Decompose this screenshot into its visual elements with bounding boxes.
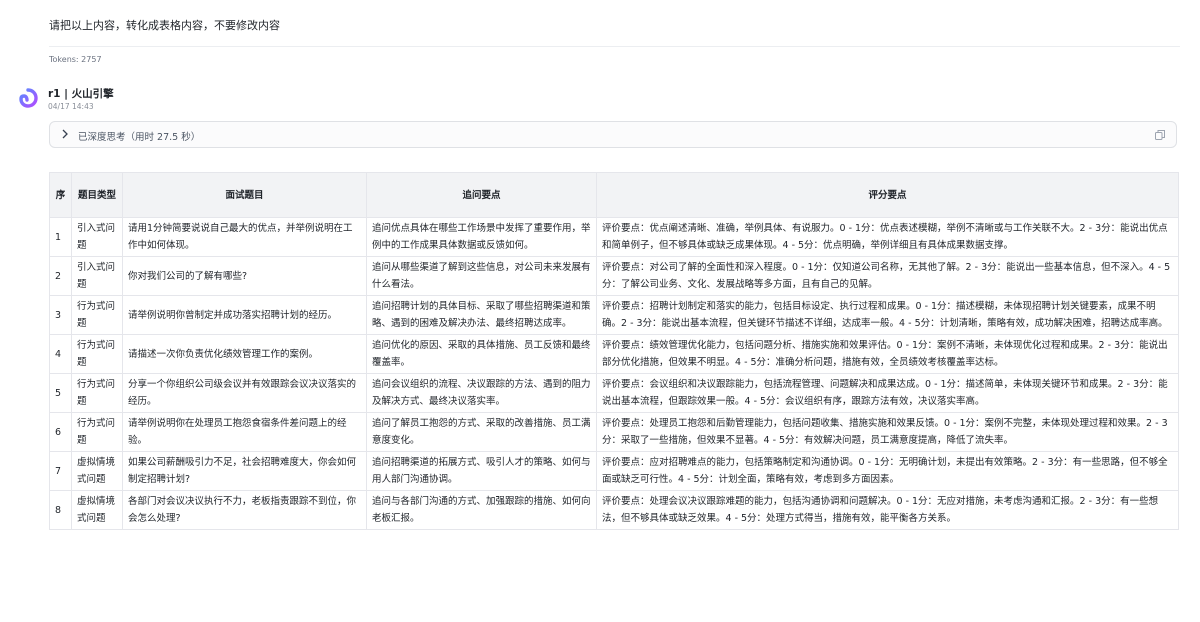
cell-question: 请举例说明你曾制定并成功落实招聘计划的经历。 (122, 295, 367, 335)
bot-name: r1 | 火山引擎 (48, 88, 114, 100)
cell-followup: 追问从哪些渠道了解到这些信息，对公司未来发展有什么看法。 (366, 256, 597, 296)
table-header-row: 序 题目类型 面试题目 追问要点 评分要点 (49, 172, 1179, 218)
cell-scoring: 评价要点：会议组织和决议跟踪能力，包括流程管理、问题解决和成果达成。0 - 1分… (596, 373, 1179, 413)
table-row: 7 虚拟情境式问题 如果公司薪酬吸引力不足，社会招聘难度大，你会如何制定招聘计划… (49, 451, 1179, 491)
cell-scoring: 评价要点：优点阐述清晰、准确，举例具体、有说服力。0 - 1分：优点表述模糊，举… (596, 217, 1179, 257)
cell-type: 虚拟情境式问题 (71, 451, 123, 491)
token-count: Tokens: 2757 (49, 55, 102, 64)
cell-no: 2 (49, 256, 72, 296)
cell-scoring: 评价要点：处理员工抱怨和后勤管理能力，包括问题收集、措施实施和效果反馈。0 - … (596, 412, 1179, 452)
cell-scoring: 评价要点：对公司了解的全面性和深入程度。0 - 1分：仅知道公司名称，无其他了解… (596, 256, 1179, 296)
copy-icon[interactable] (1154, 129, 1166, 141)
cell-question: 请描述一次你负责优化绩效管理工作的案例。 (122, 334, 367, 374)
message-timestamp: 04/17 14:43 (48, 102, 94, 111)
header-type: 题目类型 (71, 172, 123, 218)
table-row: 2 引入式问题 你对我们公司的了解有哪些? 追问从哪些渠道了解到这些信息，对公司… (49, 256, 1179, 296)
cell-question: 请用1分钟简要说说自己最大的优点，并举例说明在工作中如何体现。 (122, 217, 367, 257)
cell-no: 1 (49, 217, 72, 257)
cell-type: 行为式问题 (71, 373, 123, 413)
bot-avatar-icon (19, 88, 38, 108)
cell-type: 引入式问题 (71, 217, 123, 257)
header-scoring: 评分要点 (596, 172, 1179, 218)
cell-question: 请举例说明你在处理员工抱怨食宿条件差问题上的经验。 (122, 412, 367, 452)
table-row: 5 行为式问题 分享一个你组织公司级会议并有效跟踪会议决议落实的经历。 追问会议… (49, 373, 1179, 413)
cell-scoring: 评价要点：应对招聘难点的能力，包括策略制定和沟通协调。0 - 1分：无明确计划，… (596, 451, 1179, 491)
header-no: 序 (49, 172, 72, 218)
cell-question: 如果公司薪酬吸引力不足，社会招聘难度大，你会如何制定招聘计划? (122, 451, 367, 491)
thinking-label: 已深度思考（用时 27.5 秒） (78, 132, 201, 143)
cell-no: 8 (49, 490, 72, 530)
cell-no: 3 (49, 295, 72, 335)
cell-followup: 追问会议组织的流程、决议跟踪的方法、遇到的阻力及解决方式、最终决议落实率。 (366, 373, 597, 413)
user-message: 请把以上内容，转化成表格内容，不要修改内容 (49, 19, 280, 32)
cell-question: 你对我们公司的了解有哪些? (122, 256, 367, 296)
cell-followup: 追问优化的原因、采取的具体措施、员工反馈和最终覆盖率。 (366, 334, 597, 374)
cell-type: 行为式问题 (71, 334, 123, 374)
cell-followup: 追问优点具体在哪些工作场景中发挥了重要作用，举例中的工作成果具体数据或反馈如何。 (366, 217, 597, 257)
cell-no: 6 (49, 412, 72, 452)
cell-question: 各部门对会议决议执行不力，老板指责跟踪不到位，你会怎么处理? (122, 490, 367, 530)
table-row: 6 行为式问题 请举例说明你在处理员工抱怨食宿条件差问题上的经验。 追问了解员工… (49, 412, 1179, 452)
divider (49, 46, 1180, 47)
cell-type: 引入式问题 (71, 256, 123, 296)
chat-page: 请把以上内容，转化成表格内容，不要修改内容 Tokens: 2757 r1 | … (0, 0, 1200, 622)
cell-scoring: 评价要点：招聘计划制定和落实的能力，包括目标设定、执行过程和成果。0 - 1分：… (596, 295, 1179, 335)
cell-question: 分享一个你组织公司级会议并有效跟踪会议决议落实的经历。 (122, 373, 367, 413)
header-followup: 追问要点 (366, 172, 597, 218)
interview-table: 序 题目类型 面试题目 追问要点 评分要点 1 引入式问题 请用1分钟简要说说自… (49, 172, 1179, 530)
cell-no: 4 (49, 334, 72, 374)
thinking-toggle[interactable]: 已深度思考（用时 27.5 秒） (49, 121, 1177, 148)
cell-followup: 追问招聘计划的具体目标、采取了哪些招聘渠道和策略、遇到的困难及解决办法、最终招聘… (366, 295, 597, 335)
chevron-right-icon (62, 129, 68, 139)
table-row: 1 引入式问题 请用1分钟简要说说自己最大的优点，并举例说明在工作中如何体现。 … (49, 217, 1179, 257)
cell-scoring: 评价要点：处理会议决议跟踪难题的能力，包括沟通协调和问题解决。0 - 1分：无应… (596, 490, 1179, 530)
cell-followup: 追问了解员工抱怨的方式、采取的改善措施、员工满意度变化。 (366, 412, 597, 452)
cell-followup: 追问招聘渠道的拓展方式、吸引人才的策略、如何与用人部门沟通协调。 (366, 451, 597, 491)
cell-no: 7 (49, 451, 72, 491)
table-row: 4 行为式问题 请描述一次你负责优化绩效管理工作的案例。 追问优化的原因、采取的… (49, 334, 1179, 374)
cell-type: 虚拟情境式问题 (71, 490, 123, 530)
table-row: 8 虚拟情境式问题 各部门对会议决议执行不力，老板指责跟踪不到位，你会怎么处理?… (49, 490, 1179, 530)
cell-type: 行为式问题 (71, 412, 123, 452)
table-row: 3 行为式问题 请举例说明你曾制定并成功落实招聘计划的经历。 追问招聘计划的具体… (49, 295, 1179, 335)
cell-no: 5 (49, 373, 72, 413)
cell-scoring: 评价要点：绩效管理优化能力，包括问题分析、措施实施和效果评估。0 - 1分：案例… (596, 334, 1179, 374)
cell-type: 行为式问题 (71, 295, 123, 335)
header-question: 面试题目 (122, 172, 367, 218)
cell-followup: 追问与各部门沟通的方式、加强跟踪的措施、如何向老板汇报。 (366, 490, 597, 530)
